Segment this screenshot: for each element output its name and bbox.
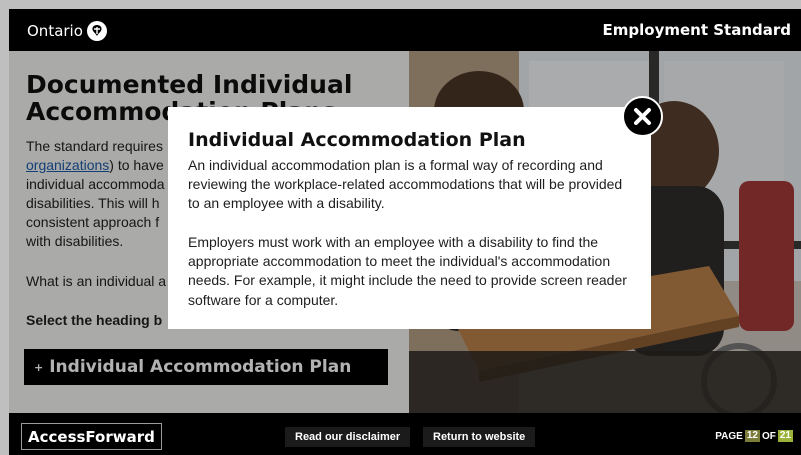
page-label: PAGE bbox=[715, 430, 743, 442]
close-button[interactable] bbox=[622, 96, 663, 137]
page-indicator: PAGE 12 OF 21 bbox=[715, 430, 793, 442]
page-total: 21 bbox=[777, 430, 793, 442]
close-icon bbox=[634, 108, 651, 125]
ontario-logo[interactable]: Ontario bbox=[27, 21, 107, 41]
top-bar: Ontario Employment Standard bbox=[9, 9, 801, 51]
course-title: Employment Standard bbox=[602, 21, 791, 39]
accessforward-logo[interactable]: AccessForward bbox=[21, 423, 162, 450]
return-to-website-button[interactable]: Return to website bbox=[423, 427, 536, 447]
dialog-title: Individual Accommodation Plan bbox=[188, 129, 526, 151]
accommodation-plan-dialog: Individual Accommodation Plan An individ… bbox=[168, 107, 651, 329]
footer-bar: AccessForward Read our disclaimer Return… bbox=[9, 413, 801, 455]
dialog-paragraph: Employers must work with an employee wit… bbox=[188, 234, 627, 308]
disclaimer-button[interactable]: Read our disclaimer bbox=[285, 427, 411, 447]
page-of-label: OF bbox=[761, 430, 776, 442]
trillium-icon bbox=[86, 21, 107, 41]
dialog-paragraph: An individual accommodation plan is a fo… bbox=[188, 157, 623, 212]
page-current: 12 bbox=[744, 430, 760, 442]
brand-text: Ontario bbox=[27, 22, 83, 40]
